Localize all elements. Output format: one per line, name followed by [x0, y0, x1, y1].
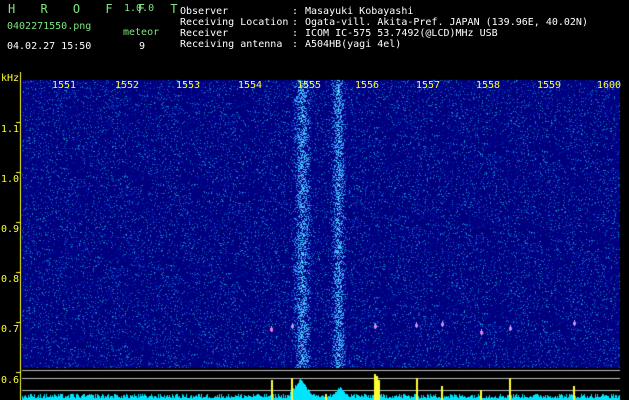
- time-label-1600: 1600: [597, 80, 622, 91]
- observer-separator: :: [292, 6, 299, 17]
- timestamp: 04.02.27 15:50: [7, 41, 92, 52]
- receiver-separator: :: [292, 28, 299, 39]
- location-key: Receiving Location: [180, 17, 289, 28]
- waterfall-spectrogram: [0, 72, 629, 400]
- location-separator: :: [292, 17, 299, 28]
- time-label-1551: 1551: [52, 80, 77, 91]
- time-label-1557: 1557: [416, 80, 441, 91]
- file-name: 0402271550.png: [7, 21, 92, 32]
- y-label-0.7: 0.7: [1, 324, 20, 335]
- time-label-1555: 1555: [297, 80, 322, 91]
- y-unit-label: kHz: [1, 73, 20, 84]
- y-label-0.6: 0.6: [1, 375, 20, 386]
- y-label-0.9: 0.9: [1, 224, 20, 235]
- y-label-1.1: 1.1: [1, 124, 20, 135]
- time-label-1552: 1552: [115, 80, 140, 91]
- header-panel: H R O F F T 1.0.0 0402271550.png meteor …: [0, 0, 629, 72]
- receiver-key: Receiver: [180, 28, 229, 39]
- antenna-separator: :: [292, 39, 299, 50]
- meteor-count: 9: [139, 41, 146, 52]
- observer-key: Observer: [180, 6, 229, 17]
- app-version: 1.0.0: [124, 3, 155, 14]
- time-label-1553: 1553: [176, 80, 201, 91]
- antenna-key: Receiving antenna: [180, 39, 283, 50]
- time-label-1556: 1556: [355, 80, 380, 91]
- receiver-value: ICOM IC-575 53.7492(@LCD)MHz USB: [305, 28, 498, 39]
- y-label-0.8: 0.8: [1, 274, 20, 285]
- location-value: Ogata-vill. Akita-Pref. JAPAN (139.96E, …: [305, 17, 588, 28]
- time-label-1554: 1554: [238, 80, 263, 91]
- observer-value: Masayuki Kobayashi: [305, 6, 414, 17]
- time-label-1559: 1559: [537, 80, 562, 91]
- y-label-1.0: 1.0: [1, 174, 20, 185]
- time-label-1558: 1558: [476, 80, 501, 91]
- counter-label: meteor: [123, 27, 160, 38]
- app-brand: H R O F F T: [8, 2, 187, 16]
- antenna-value: A504HB(yagi 4el): [305, 39, 402, 50]
